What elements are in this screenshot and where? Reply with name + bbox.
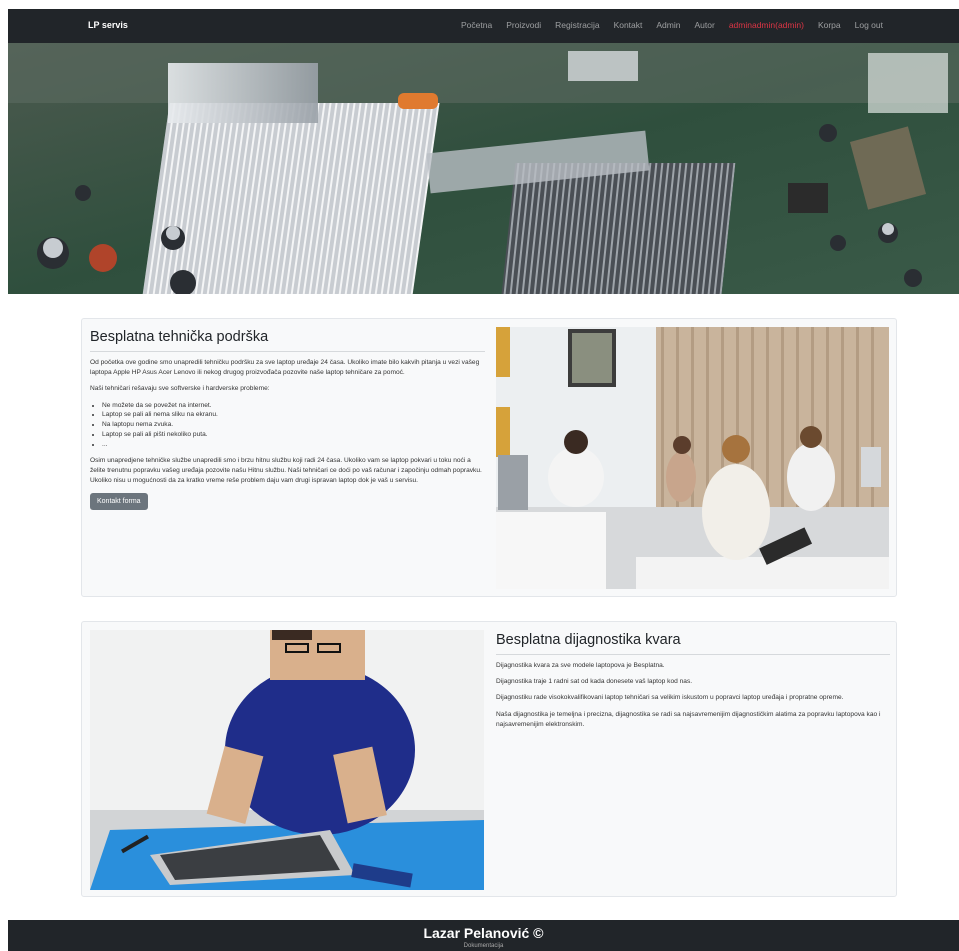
nav-link-kontakt[interactable]: Kontakt <box>614 20 643 30</box>
nav-current-user[interactable]: adminadmin(admin) <box>729 20 804 30</box>
support-text: Besplatna tehnička podrška Od početka ov… <box>90 329 485 511</box>
nav-link-logout[interactable]: Log out <box>855 20 883 30</box>
nav-link-korpa[interactable]: Korpa <box>818 20 841 30</box>
call-center-photo <box>496 327 889 589</box>
diagnostics-paragraph: Naša dijagnostika je temeljna i precizna… <box>496 710 881 728</box>
nav-link-proizvodi[interactable]: Proizvodi <box>506 20 541 30</box>
technician-repair-photo <box>90 630 484 890</box>
support-problem-list: Ne možete da se povežet na internet. Lap… <box>90 401 485 450</box>
contact-form-button[interactable]: Kontakt forma <box>90 493 148 511</box>
nav-link-autor[interactable]: Autor <box>694 20 714 30</box>
list-item: Laptop se pali ali nema sliku na ekranu. <box>102 410 485 420</box>
page-footer: Lazar Pelanović © Dokumentacija <box>8 920 959 951</box>
support-intro: Od početka ove godine smo unapredili teh… <box>90 359 480 377</box>
diagnostics-card: Besplatna dijagnostika kvara Dijagnostik… <box>81 621 897 897</box>
nav-links: Početna Proizvodi Registracija Kontakt A… <box>461 20 883 30</box>
diagnostics-paragraph: Dijagnostika traje 1 radni sat od kada d… <box>496 678 693 686</box>
support-lead: Naši tehničari rešavaju sve softverske i… <box>90 385 270 393</box>
brand-logo[interactable]: LP servis <box>88 20 128 30</box>
support-card: Besplatna tehnička podrška Od početka ov… <box>81 318 897 597</box>
top-navbar: LP servis Početna Proizvodi Registracija… <box>8 9 959 43</box>
list-item: Laptop se pali ali pišti nekoliko puta. <box>102 430 485 440</box>
support-body: Osim unapredjene tehničke službe unapred… <box>90 456 482 484</box>
nav-link-registracija[interactable]: Registracija <box>555 20 599 30</box>
diagnostics-paragraph: Dijagnostika kvara za sve modele laptopo… <box>496 662 665 669</box>
list-item: Ne možete da se povežet na internet. <box>102 401 485 411</box>
list-item: Na laptopu nema zvuka. <box>102 420 485 430</box>
hero-banner-image <box>8 43 959 294</box>
nav-link-admin[interactable]: Admin <box>656 20 680 30</box>
diagnostics-text: Besplatna dijagnostika kvara Dijagnostik… <box>496 632 890 730</box>
support-title: Besplatna tehnička podrška <box>90 329 485 352</box>
nav-link-pocetna[interactable]: Početna <box>461 20 492 30</box>
list-item: ... <box>102 440 485 450</box>
documentation-link[interactable]: Dokumentacija <box>8 943 959 949</box>
diagnostics-title: Besplatna dijagnostika kvara <box>496 632 890 655</box>
footer-author: Lazar Pelanović © <box>423 925 544 941</box>
diagnostics-paragraph: Dijagnostiku rade visokokvalifikovani la… <box>496 694 844 702</box>
